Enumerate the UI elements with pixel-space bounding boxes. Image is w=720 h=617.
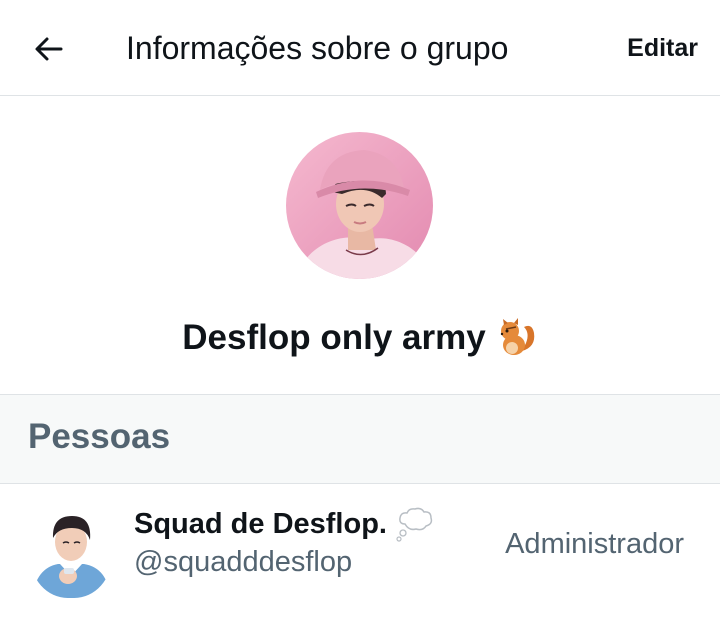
- arrow-left-icon: [35, 37, 63, 61]
- member-handle: @squadddesflop: [134, 546, 353, 578]
- member-role-badge: Administrador: [505, 528, 684, 560]
- member-name-row: Squad de Desflop.: [134, 504, 435, 544]
- edit-button[interactable]: Editar: [627, 31, 698, 65]
- people-section-header: Pessoas: [0, 394, 720, 484]
- member-row[interactable]: Squad de Desflop. @squadddesflop Adminis…: [0, 484, 720, 617]
- top-app-bar: Informações sobre o grupo Editar: [0, 0, 720, 96]
- group-name-row: Desflop only army: [0, 310, 720, 366]
- thought-balloon-emoji-icon: [396, 507, 433, 542]
- member-avatar-image: [30, 506, 112, 598]
- back-button[interactable]: [24, 24, 74, 74]
- chipmunk-emoji-icon: [500, 318, 534, 355]
- group-name: Desflop only army: [182, 318, 486, 357]
- avatar[interactable]: [30, 506, 112, 598]
- page-title: Informações sobre o grupo: [126, 30, 509, 66]
- people-section-title: Pessoas: [28, 417, 171, 456]
- group-avatar[interactable]: [286, 132, 433, 279]
- group-avatar-image: [286, 132, 433, 279]
- member-display-name: Squad de Desflop.: [134, 508, 387, 540]
